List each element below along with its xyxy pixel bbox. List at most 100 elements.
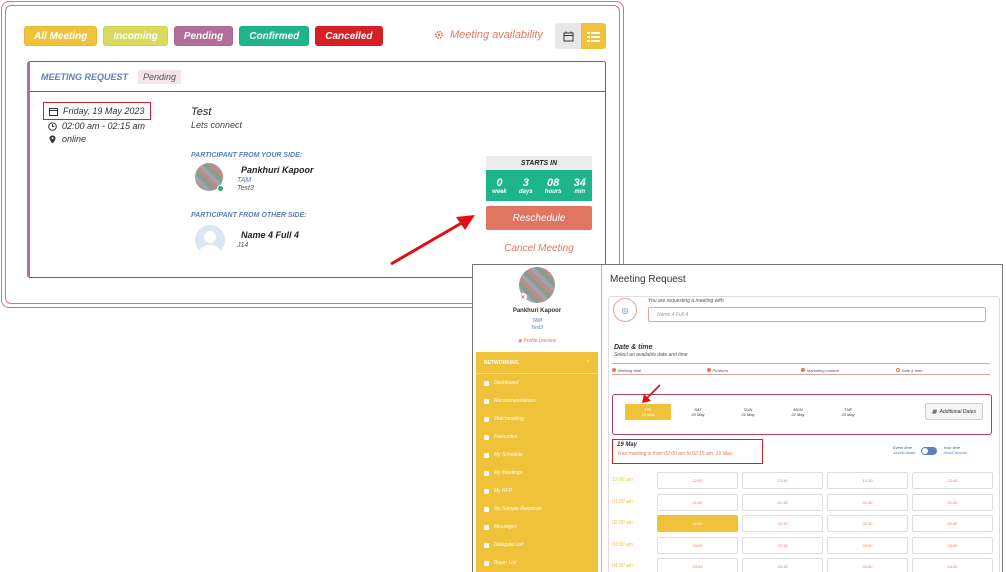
filter-label: Cancelled (325, 30, 373, 42)
chevron-up-icon: ⌃ (585, 359, 590, 366)
time-slot[interactable]: 12:15 (742, 471, 823, 489)
time-slot[interactable]: 04:15 (742, 557, 823, 572)
date-month: 22 May (791, 412, 805, 417)
meeting-request-form: Meeting Request ◎ You are requesting a m… (601, 265, 1002, 572)
sidebar-item-label: Matchmaking (494, 416, 524, 422)
meeting-availability-label: Meeting availability (450, 29, 543, 41)
sidebar-item-dashboard[interactable]: Dashboard (476, 374, 598, 392)
filter-label: Incoming (113, 30, 158, 42)
time-slot[interactable]: 01:45 (912, 493, 993, 511)
online-status-dot (217, 185, 224, 192)
dashboard-icon (484, 380, 489, 386)
sidebar-item-my-schedule[interactable]: My Schedule (476, 446, 598, 464)
meeting-date-text: Friday, 19 May 2023 (63, 106, 145, 116)
filter-confirmed[interactable]: Confirmed (239, 26, 310, 46)
message-icon (484, 524, 489, 530)
step-products[interactable]: Products (706, 363, 801, 374)
sidebar-item-label: My RFP (494, 488, 513, 494)
step-label: Marketing content (807, 367, 839, 373)
meeting-card-title: MEETING REQUEST (41, 71, 129, 82)
step-date-time[interactable]: Date & time (895, 363, 990, 374)
filter-incoming[interactable]: Incoming (103, 26, 168, 46)
slot-hour-label: 03:00 am (612, 542, 633, 548)
time-slot[interactable]: 03:30 (827, 536, 908, 554)
sidebar-item-my-rfp[interactable]: My RFP (476, 482, 598, 500)
meeting-request-screenshot: ✕ Pankhuri Kapoor TAM Test3 ◉ Profile pr… (472, 264, 1003, 572)
meeting-location-text: online (62, 134, 87, 144)
meeting-availability-link[interactable]: Meeting availability (434, 29, 543, 41)
step-label: Date & time (901, 367, 923, 373)
sidebar-item-delegate-list[interactable]: Delegate List (476, 536, 598, 554)
your-time: Your time Asia/Calcutta (943, 445, 967, 455)
list-view-button[interactable] (581, 23, 606, 49)
countdown-hours: 08 hours (545, 177, 562, 195)
time-slot-selected[interactable]: 02:00 (657, 514, 738, 532)
time-slot[interactable]: 12:00 (657, 471, 738, 489)
step-marketing-content[interactable]: Marketing content (801, 363, 896, 374)
requesting-participant-value: Name 4 Full 4 (657, 311, 689, 318)
sidebar-item-label: Messages (494, 524, 517, 530)
time-slot[interactable]: 01:30 (827, 493, 908, 511)
meeting-card-header: MEETING REQUEST Pending (30, 62, 605, 92)
additional-dates-label: Additional Dates (939, 408, 976, 415)
countdown-unit: hours (544, 188, 562, 195)
calendar-view-button[interactable] (555, 23, 581, 49)
time-slot[interactable]: 03:45 (912, 536, 993, 554)
other-side-label: PARTICIPANT FROM OTHER SIDE: (191, 212, 307, 219)
filter-all-meeting[interactable]: All Meeting (24, 26, 98, 46)
time-slot[interactable]: 02:45 (912, 514, 993, 532)
time-slot[interactable]: 02:30 (827, 514, 908, 532)
your-participant-name[interactable]: Pankhuri Kapoor (241, 165, 314, 175)
profile-preview-link[interactable]: ◉ Profile preview (473, 338, 601, 344)
selected-date: 19 May (617, 442, 638, 448)
star-icon (484, 434, 489, 440)
time-slot[interactable]: 12:30 (827, 471, 908, 489)
step-meeting-date[interactable]: Meeting date (612, 363, 707, 374)
countdown-min: 34 min (574, 177, 586, 195)
other-participant-name[interactable]: Name 4 Full 4 (241, 230, 299, 240)
list-icon (587, 31, 600, 42)
avatar[interactable] (195, 225, 225, 255)
sidebar-item-my-meetings[interactable]: My Meetings (476, 464, 598, 482)
time-slot[interactable]: 01:00 (657, 493, 738, 511)
additional-dates-button[interactable]: ▦ Additional Dates (924, 403, 983, 420)
time-slot[interactable]: 02:15 (742, 514, 823, 532)
filter-label: All Meeting (34, 30, 88, 42)
sidebar-item-recommendations[interactable]: Recommendations (476, 392, 598, 410)
sidebar-item-messages[interactable]: Messages (476, 518, 598, 536)
date-option[interactable]: SUN 21 May (725, 404, 771, 420)
progress-steps: Meeting date Products Marketing content … (612, 363, 990, 375)
time-slot[interactable]: 04:30 (827, 557, 908, 572)
date-time-heading: Date & time (614, 344, 653, 351)
time-slot-row: 03:00 am 03:00 03:15 03:30 03:45 (612, 536, 997, 554)
date-option[interactable]: SAT 20 May (675, 404, 721, 420)
sidebar-item-label: Favourites (494, 434, 518, 440)
requesting-participant-field[interactable]: Name 4 Full 4 (648, 307, 986, 322)
time-slot[interactable]: 01:15 (742, 493, 823, 511)
filter-pending[interactable]: Pending (173, 26, 234, 46)
time-slot[interactable]: 04:00 (657, 557, 738, 572)
date-selector: FRI 19 May SAT 20 May SUN 21 May MON 22 May … (612, 394, 992, 435)
sidebar-item-my-sample-requests[interactable]: My Sample Requests (476, 500, 598, 518)
close-icon[interactable]: ✕ (519, 293, 527, 301)
time-slot[interactable]: 03:00 (657, 536, 738, 554)
sidebar-item-buyer-list[interactable]: Buyer List (476, 554, 598, 572)
time-slot[interactable]: 04:45 (912, 557, 993, 572)
date-option-selected[interactable]: FRI 19 May (625, 404, 671, 420)
sidebar-item-label: Buyer List (494, 560, 517, 566)
date-option[interactable]: TUE 23 May (825, 404, 871, 420)
timezone-switch[interactable] (921, 447, 938, 455)
rfp-icon (484, 488, 489, 494)
cancel-meeting-link[interactable]: Cancel Meeting (486, 243, 592, 254)
selected-time-text: Your meeting is from 02:00 am to 02:15 a… (617, 451, 733, 457)
time-slot[interactable]: 03:15 (742, 536, 823, 554)
date-option[interactable]: MON 22 May (775, 404, 821, 420)
nav-section-networking[interactable]: NETWORKING ⌃ (476, 352, 598, 374)
sidebar-item-favourites[interactable]: Favourites (476, 428, 598, 446)
sidebar-item-matchmaking[interactable]: Matchmaking (476, 410, 598, 428)
reschedule-button[interactable]: Reschedule (486, 206, 592, 230)
users-icon (484, 542, 489, 548)
filter-cancelled[interactable]: Cancelled (315, 26, 383, 46)
time-slot[interactable]: 12:45 (912, 471, 993, 489)
user-placeholder-icon (199, 231, 221, 255)
